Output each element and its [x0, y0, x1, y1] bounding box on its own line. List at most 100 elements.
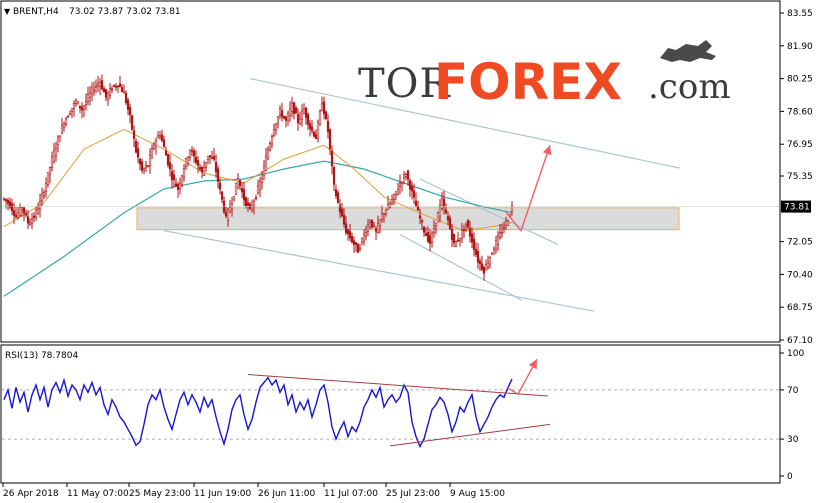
candle-body	[208, 155, 212, 158]
candle-body	[232, 196, 236, 201]
candle-body	[416, 206, 420, 211]
candle-body	[174, 183, 178, 187]
candle-body	[180, 175, 184, 185]
candle-body	[240, 188, 244, 193]
candle-body	[34, 209, 38, 218]
candle-body	[56, 136, 60, 146]
candle-body	[42, 192, 46, 197]
candle-body	[140, 161, 144, 171]
candle-body	[450, 228, 454, 240]
candle-body	[400, 181, 404, 184]
candle-body	[94, 85, 98, 88]
candle-body	[146, 165, 150, 168]
candle-body	[148, 154, 152, 167]
candle-body	[360, 238, 364, 243]
candle-body	[488, 257, 492, 265]
candle-body	[216, 168, 220, 182]
price-tick-label: 76.95	[787, 140, 813, 150]
rsi-tick-label: 70	[787, 386, 799, 396]
candle-body	[340, 208, 344, 217]
candle-body	[496, 235, 500, 245]
candle-body	[234, 183, 238, 196]
candle-body	[102, 88, 106, 93]
candle-body	[262, 165, 266, 176]
candle-body	[144, 165, 148, 168]
candle-body	[432, 228, 436, 233]
candle-body	[10, 203, 14, 212]
candle-body	[162, 139, 166, 148]
candle-body	[114, 86, 118, 88]
candle-body	[132, 130, 136, 139]
candle-body	[100, 80, 104, 90]
last-price-label: 73.81	[784, 203, 810, 213]
candle-body	[178, 183, 182, 189]
candle-body	[422, 226, 426, 233]
candle-body	[414, 200, 418, 207]
candle-body	[36, 208, 40, 214]
candle-body	[166, 154, 170, 166]
candle-body	[92, 89, 96, 92]
candle-body	[280, 110, 284, 118]
candle-body	[304, 107, 308, 118]
candle-body	[220, 191, 224, 200]
candle-body	[214, 161, 218, 173]
candle-body	[110, 88, 114, 91]
candle-body	[330, 150, 334, 167]
candle-body	[224, 212, 228, 217]
candle-body	[368, 221, 372, 228]
support-zone-rect	[136, 207, 680, 231]
candle-body	[286, 113, 290, 121]
candle-body	[448, 218, 452, 230]
rsi-axis: 100 70 30 0	[780, 349, 804, 482]
candle-body	[486, 262, 490, 268]
candle-body	[6, 200, 10, 204]
candle-body	[80, 106, 84, 111]
candle-body	[356, 244, 360, 253]
price-axis: 83.55 81.90 80.25 78.60 76.95 75.35 72.05 70.40…	[780, 9, 813, 346]
candle-body	[318, 110, 322, 125]
candle-body	[66, 115, 70, 118]
candle-body	[296, 114, 300, 123]
candle-body	[462, 228, 466, 231]
candle-body	[490, 252, 494, 255]
candle-body	[120, 87, 124, 93]
candle-body	[190, 149, 194, 152]
price-tick-label: 68.75	[787, 303, 813, 313]
candle-body	[160, 134, 164, 141]
candle-body	[106, 92, 110, 100]
candle-body	[200, 167, 204, 173]
candle-body	[470, 233, 474, 243]
candle-body	[374, 228, 378, 232]
candle-body	[418, 215, 422, 219]
candle-body	[78, 105, 82, 109]
candle-body	[196, 160, 200, 166]
price-tick-label: 80.25	[787, 75, 813, 85]
candle-body	[270, 136, 274, 145]
candle-body	[2, 198, 6, 200]
candle-body	[156, 135, 160, 139]
time-tick-label: 11 Jul 07:00	[324, 489, 378, 499]
candle-body	[484, 264, 488, 271]
candle-body	[202, 167, 206, 176]
candle-body	[428, 235, 432, 244]
candle-body	[456, 239, 460, 242]
candle-body	[62, 123, 66, 128]
candle-body	[372, 225, 376, 228]
candle-body	[186, 156, 190, 164]
candle-body	[392, 193, 396, 200]
candle-body	[204, 162, 208, 168]
candle-body	[122, 91, 126, 94]
candle-body	[328, 129, 332, 149]
candle-body	[150, 148, 154, 159]
candle-body	[442, 198, 446, 207]
candle-body	[276, 116, 280, 124]
candle-body	[124, 92, 128, 104]
dropdown-triangle-icon[interactable]: ▼	[4, 7, 11, 16]
candle-body	[74, 100, 78, 104]
candle-body	[168, 162, 172, 169]
candle-body	[306, 114, 310, 125]
candle-body	[324, 111, 328, 120]
candle-body	[14, 214, 18, 218]
candle-body	[398, 182, 402, 187]
candle-body	[252, 201, 256, 207]
